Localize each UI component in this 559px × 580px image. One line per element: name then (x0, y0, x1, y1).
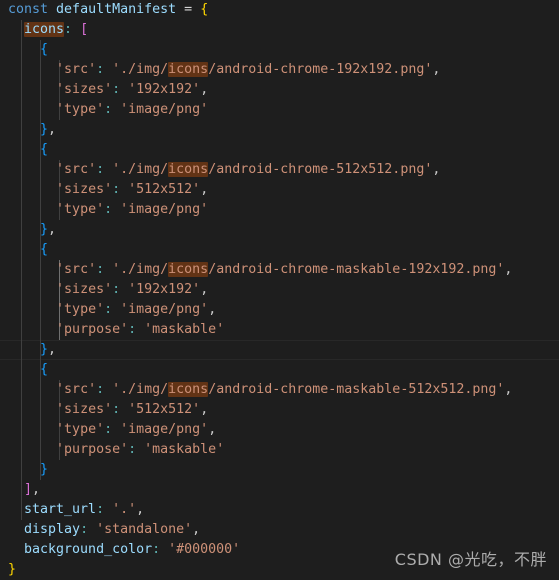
code-line-5[interactable]: 'sizes': '192x192', (0, 80, 559, 100)
value-sizes-1: '192x192' (128, 82, 201, 97)
code-line-12[interactable]: }, (0, 220, 559, 240)
key-purpose-4: 'purpose' (56, 442, 129, 457)
key-src-4: 'src' (56, 382, 97, 397)
key-type-2: 'type' (56, 202, 105, 217)
value-type-4: 'image/png' (120, 422, 209, 437)
code-line-1[interactable]: const defaultManifest = { (0, 0, 559, 20)
code-line-26[interactable]: start_url: '.', (0, 500, 559, 520)
property-start-url: start_url (24, 502, 97, 517)
code-line-22[interactable]: 'type': 'image/png', (0, 420, 559, 440)
path-segment-icons-4: icons (168, 382, 209, 397)
brace-open-icon-1: { (40, 42, 49, 57)
code-line-13[interactable]: { (0, 240, 559, 260)
code-line-7[interactable]: }, (0, 120, 559, 140)
key-src-3: 'src' (56, 262, 97, 277)
brace-close-icon-3: } (40, 342, 49, 357)
value-src-4: /android-chrome-maskable-512x512.png' (208, 382, 505, 397)
key-sizes-2: 'sizes' (56, 182, 113, 197)
path-segment-icons-1: icons (168, 62, 209, 77)
value-sizes-4: '512x512' (128, 402, 201, 417)
value-type-2: 'image/png' (120, 202, 209, 217)
property-background-color: background_color (24, 542, 153, 557)
code-line-8[interactable]: { (0, 140, 559, 160)
brace-close-icon-4: } (40, 462, 49, 477)
value-purpose-4: 'maskable' (144, 442, 225, 457)
brace-open-icon-4: { (40, 362, 49, 377)
code-line-19[interactable]: { (0, 360, 559, 380)
key-type-3: 'type' (56, 302, 105, 317)
code-line-24[interactable]: } (0, 460, 559, 480)
code-line-17[interactable]: 'purpose': 'maskable' (0, 320, 559, 340)
bracket-close-icons-array: ] (24, 482, 33, 497)
code-line-11[interactable]: 'type': 'image/png' (0, 200, 559, 220)
watermark-text: CSDN @光吃，不胖 (394, 550, 547, 569)
code-line-15[interactable]: 'sizes': '192x192', (0, 280, 559, 300)
value-type-3: 'image/png' (120, 302, 209, 317)
value-src-3: /android-chrome-maskable-192x192.png' (208, 262, 505, 277)
brace-open-icon-3: { (40, 242, 49, 257)
key-src-2: 'src' (56, 162, 97, 177)
value-type-1: 'image/png' (120, 102, 209, 117)
assign-operator: = (184, 2, 193, 17)
brace-close-icon-1: } (40, 122, 49, 137)
property-display: display (24, 522, 81, 537)
value-background-color: '#000000' (168, 542, 241, 557)
code-line-27[interactable]: display: 'standalone', (0, 520, 559, 540)
property-icons-highlighted: icons (24, 22, 65, 37)
key-type-4: 'type' (56, 422, 105, 437)
value-src-1: /android-chrome-192x192.png' (208, 62, 433, 77)
key-sizes-3: 'sizes' (56, 282, 113, 297)
code-line-23[interactable]: 'purpose': 'maskable' (0, 440, 559, 460)
value-display: 'standalone' (96, 522, 193, 537)
key-sizes-1: 'sizes' (56, 82, 113, 97)
value-sizes-2: '512x512' (128, 182, 201, 197)
code-line-20[interactable]: 'src': './img/icons/android-chrome-maska… (0, 380, 559, 400)
code-line-16[interactable]: 'type': 'image/png', (0, 300, 559, 320)
code-line-6[interactable]: 'type': 'image/png' (0, 100, 559, 120)
code-line-3[interactable]: { (0, 40, 559, 60)
value-src-2: /android-chrome-512x512.png' (208, 162, 433, 177)
path-segment-icons-3: icons (168, 262, 209, 277)
value-start-url: '.' (112, 502, 137, 517)
code-line-21[interactable]: 'sizes': '512x512', (0, 400, 559, 420)
code-line-2[interactable]: icons: [ (0, 20, 559, 40)
path-segment-icons-2: icons (168, 162, 209, 177)
brace-open-icon-2: { (40, 142, 49, 157)
key-purpose-3: 'purpose' (56, 322, 129, 337)
identifier-defaultManifest: defaultManifest (56, 2, 177, 17)
keyword-const: const (8, 2, 49, 17)
code-line-9[interactable]: 'src': './img/icons/android-chrome-512x5… (0, 160, 559, 180)
code-lines[interactable]: const defaultManifest = { icons: [ { 'sr… (0, 0, 559, 580)
code-line-4[interactable]: 'src': './img/icons/android-chrome-192x1… (0, 60, 559, 80)
code-editor[interactable]: const defaultManifest = { icons: [ { 'sr… (0, 0, 559, 580)
value-sizes-3: '192x192' (128, 282, 201, 297)
bracket-open-icons-array: [ (80, 22, 89, 37)
code-line-14[interactable]: 'src': './img/icons/android-chrome-maska… (0, 260, 559, 280)
brace-close-icon-2: } (40, 222, 49, 237)
brace-open-root: { (200, 2, 209, 17)
key-type-1: 'type' (56, 102, 105, 117)
key-sizes-4: 'sizes' (56, 402, 113, 417)
code-line-18-current[interactable]: }, (0, 340, 559, 360)
value-purpose-3: 'maskable' (144, 322, 225, 337)
code-line-25[interactable]: ], (0, 480, 559, 500)
key-src-1: 'src' (56, 62, 97, 77)
code-line-10[interactable]: 'sizes': '512x512', (0, 180, 559, 200)
brace-close-root: } (8, 562, 17, 577)
